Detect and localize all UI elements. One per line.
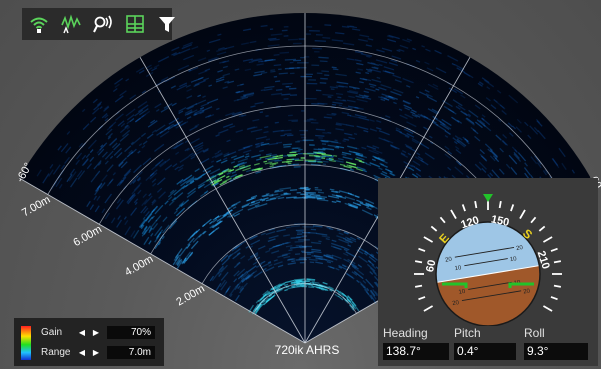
range-row: Range ◀ ▶ 7.0m	[41, 344, 155, 360]
gain-range-panel: Gain ◀ ▶ 70% Range ◀ ▶ 7.0m	[14, 318, 164, 366]
compass-tick	[553, 260, 562, 264]
waveform-icon	[61, 14, 81, 34]
range-tick-label: 4.00m	[123, 253, 155, 279]
compass-tick	[542, 305, 553, 312]
range-decrease-button[interactable]: ◀	[75, 348, 89, 357]
compass-tick	[510, 204, 515, 212]
sky	[436, 222, 540, 289]
compass-tick	[550, 247, 558, 252]
roll-label: Roll	[524, 326, 545, 340]
heading-label: Heading	[383, 326, 428, 340]
attitude-indicator: 202010101010202060120 150210E S	[414, 194, 562, 326]
compass-tick	[439, 216, 446, 224]
grid-button[interactable]	[124, 13, 146, 35]
compass-tick	[450, 209, 457, 220]
sonar-viewer: 2.00m4.00m6.00m7.00m-60°60°	[0, 0, 601, 369]
roll-readout: Roll 9.3°	[524, 326, 588, 360]
gain-row: Gain ◀ ▶ 70%	[41, 324, 155, 340]
compass-number: 60	[424, 259, 438, 273]
compass-tick	[553, 284, 562, 288]
ahrs-panel: 20 20 10 10 10 10 20 20 60 120 150 210 E S Heading 13…	[378, 178, 598, 366]
pitch-readout: Pitch 0.4°	[454, 326, 516, 360]
range-tick-label: 7.00m	[20, 194, 52, 220]
compass-tick	[418, 296, 426, 301]
ping-icon	[93, 15, 112, 33]
compass-tick	[530, 216, 537, 224]
compass-tick	[418, 247, 426, 252]
waveform-button[interactable]	[60, 13, 82, 35]
range-label: Range	[41, 346, 71, 358]
roll-value: 9.3°	[524, 343, 588, 360]
filter-button[interactable]	[156, 13, 178, 35]
compass-tick	[423, 236, 434, 243]
compass-tick	[414, 260, 423, 264]
compass-tick	[542, 236, 553, 243]
color-scale-bar	[21, 326, 31, 360]
range-tick-label: 6.00m	[71, 223, 103, 249]
pitch-value: 0.4°	[454, 343, 516, 360]
range-value: 7.0m	[107, 345, 155, 359]
wifi-signal-button[interactable]	[28, 13, 50, 35]
compass-tick	[519, 209, 526, 220]
source-label: 720ik AHRS	[274, 343, 340, 357]
sonar-ping-button[interactable]	[92, 13, 114, 35]
compass-tick	[430, 225, 438, 232]
filter-icon	[159, 17, 175, 32]
compass-tick	[461, 204, 466, 212]
heading-pointer	[483, 194, 493, 202]
grid-icon	[126, 15, 144, 33]
range-tick-label: 2.00m	[174, 283, 206, 309]
gain-value: 70%	[107, 325, 155, 339]
compass-tick	[498, 200, 502, 209]
pitch-label: Pitch	[454, 326, 481, 340]
range-increase-button[interactable]: ▶	[89, 348, 103, 357]
gain-decrease-button[interactable]: ◀	[75, 328, 89, 337]
compass-tick	[423, 305, 434, 312]
compass-tick	[414, 284, 423, 288]
gain-label: Gain	[41, 326, 63, 338]
gain-increase-button[interactable]: ▶	[89, 328, 103, 337]
compass-tick	[538, 225, 546, 232]
heading-value: 138.7°	[383, 343, 449, 360]
toolbar	[22, 8, 175, 40]
compass-tick	[550, 296, 558, 301]
compass-tick	[474, 200, 478, 209]
heading-readout: Heading 138.7°	[383, 326, 449, 360]
wifi-icon	[30, 17, 48, 33]
